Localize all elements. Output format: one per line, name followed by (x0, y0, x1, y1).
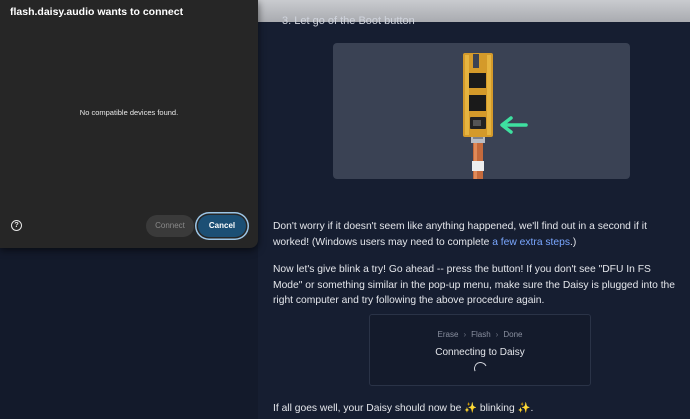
step-3-text: 3. Let go of the Boot button (282, 15, 415, 27)
connection-status: Connecting to Daisy (435, 347, 525, 358)
cancel-button[interactable]: Cancel (198, 215, 246, 237)
step-flash: Flash (471, 330, 491, 339)
paragraph-blink: Now let's give blink a try! Go ahead -- … (273, 264, 676, 307)
step-done: Done (503, 330, 523, 339)
step-erase: Erase (437, 330, 459, 339)
connect-dialog: flash.daisy.audio wants to connect No co… (0, 0, 258, 248)
connect-button[interactable]: Connect (146, 215, 194, 237)
paragraph-text: Don't worry if it doesn't seem like anyt… (273, 221, 647, 248)
extra-steps-link[interactable]: a few extra steps (492, 237, 570, 248)
daisy-board-illustration (463, 53, 528, 179)
no-devices-message: No compatible devices found. (79, 108, 179, 117)
flash-steps: Erase › Flash › Done (370, 330, 590, 339)
help-icon[interactable]: ? (11, 220, 22, 231)
paragraph-text-end: .) (570, 236, 577, 248)
flasher-panel: Erase › Flash › Done Connecting to Daisy (369, 314, 591, 386)
paragraph-dont-worry: Don't worry if it doesn't seem like anyt… (273, 219, 683, 250)
loading-spinner-icon (472, 360, 489, 377)
daisy-board-image (333, 43, 630, 179)
chevron-right-icon: › (463, 330, 467, 339)
paragraph-blinking: If all goes well, your Daisy should now … (273, 403, 534, 414)
dialog-title: flash.daisy.audio wants to connect (10, 6, 184, 18)
chevron-right-icon: › (495, 330, 499, 339)
